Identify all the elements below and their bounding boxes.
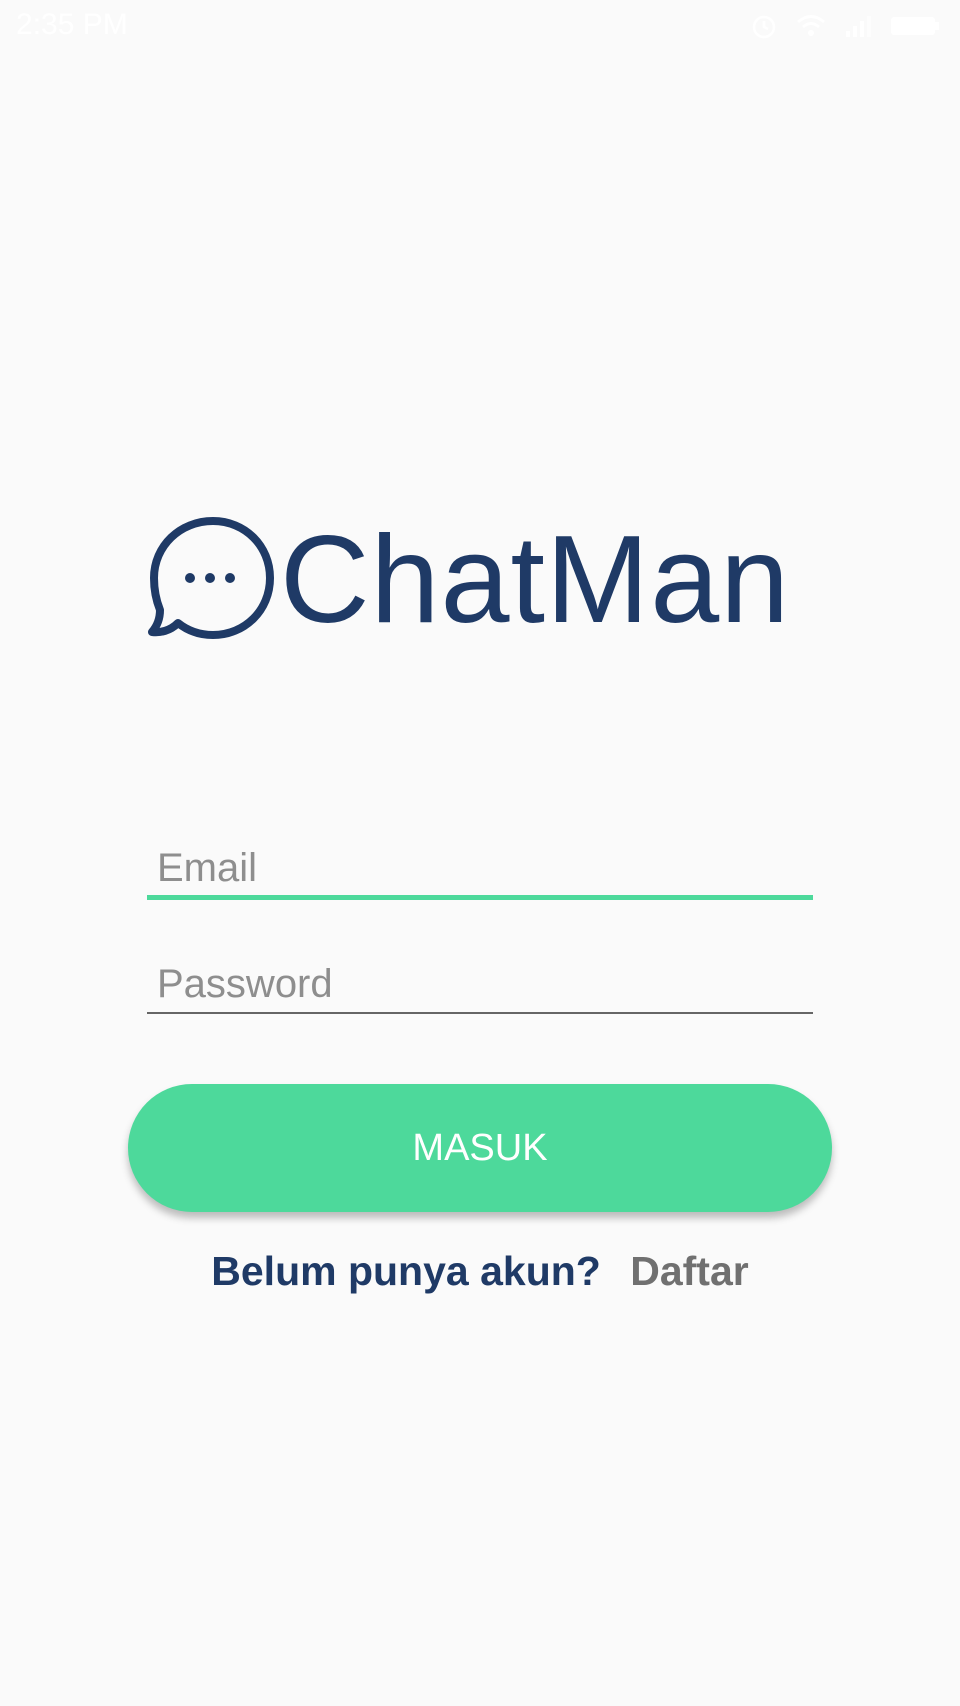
register-link[interactable]: Daftar — [630, 1248, 748, 1294]
register-question: Belum punya akun? — [211, 1248, 601, 1294]
register-prompt: Belum punya akun? Daftar — [0, 1248, 960, 1295]
status-time: 2:35 PM — [16, 8, 128, 41]
password-field[interactable] — [147, 956, 813, 1016]
app-logo-text: ChatMan — [280, 511, 791, 649]
status-bar: 2:35 PM — [0, 0, 960, 56]
chat-bubble-icon — [148, 517, 274, 639]
email-field[interactable] — [147, 840, 813, 900]
email-input[interactable] — [147, 840, 813, 896]
battery-icon — [891, 17, 939, 35]
password-underline — [147, 1012, 813, 1014]
wifi-icon — [797, 15, 825, 36]
app-logo: ChatMan — [148, 515, 790, 645]
status-icons — [750, 12, 940, 40]
login-button[interactable]: MASUK — [128, 1084, 832, 1212]
signal-icon — [846, 16, 871, 37]
password-input[interactable] — [147, 956, 813, 1012]
email-underline — [147, 895, 813, 900]
alarm-icon — [752, 15, 776, 39]
